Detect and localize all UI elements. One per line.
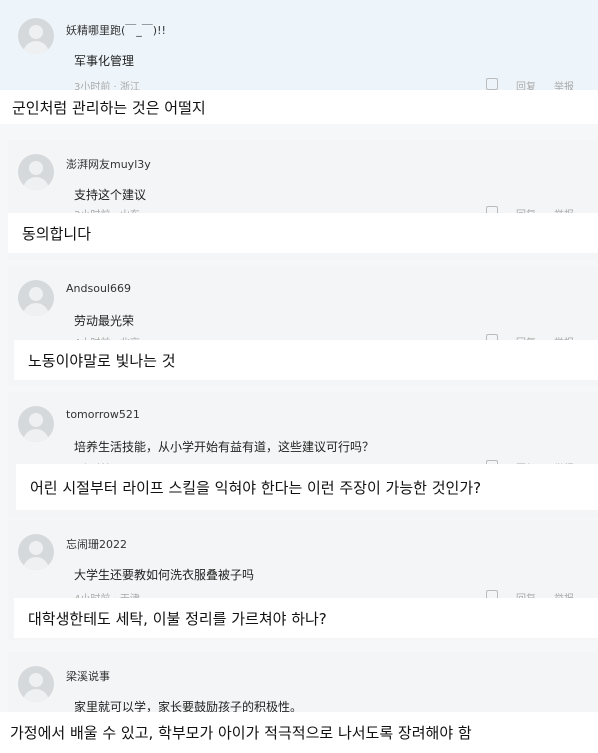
avatar[interactable] xyxy=(18,154,54,190)
avatar[interactable] xyxy=(18,18,54,54)
avatar[interactable] xyxy=(18,534,54,570)
username[interactable]: 忘闹珊2022 xyxy=(66,536,127,552)
translation-caption: 군인처럼 관리하는 것은 어떨지 xyxy=(0,90,598,124)
translation-caption: 가정에서 배울 수 있고, 학부모가 아이가 적극적으로 나서도록 장려해야 함 xyxy=(0,712,598,753)
comment-text: 支持这个建议 xyxy=(74,188,147,202)
comment-text: 军事化管理 xyxy=(74,54,135,68)
translation-caption: 동의합니다 xyxy=(8,213,598,253)
username[interactable]: Andsoul669 xyxy=(66,282,131,295)
username[interactable]: 澎湃网友muyl3y xyxy=(66,156,151,172)
translation-caption: 어린 시절부터 라이프 스킬을 익혀야 한다는 이런 주장이 가능한 것인가? xyxy=(16,464,598,510)
avatar[interactable] xyxy=(18,280,54,316)
comment-text: 大学生还要教如何洗衣服叠被子吗 xyxy=(74,568,255,582)
translation-caption: 대학생한테도 세탁, 이불 정리를 가르쳐야 하나? xyxy=(14,598,598,638)
username[interactable]: 梁溪说事 xyxy=(66,668,110,684)
username[interactable]: 妖精哪里跑(￣_￣)!! xyxy=(66,22,166,38)
translation-caption: 노동이야말로 빛나는 것 xyxy=(14,340,598,380)
comment-text: 培养生活技能，从小学开始有益有道，这些建议可行吗？ xyxy=(74,440,375,454)
avatar[interactable] xyxy=(18,666,54,702)
username[interactable]: tomorrow521 xyxy=(66,408,140,421)
avatar[interactable] xyxy=(18,406,54,442)
comment-text: 劳动最光荣 xyxy=(74,314,135,328)
thumbs-up-icon xyxy=(486,78,498,90)
